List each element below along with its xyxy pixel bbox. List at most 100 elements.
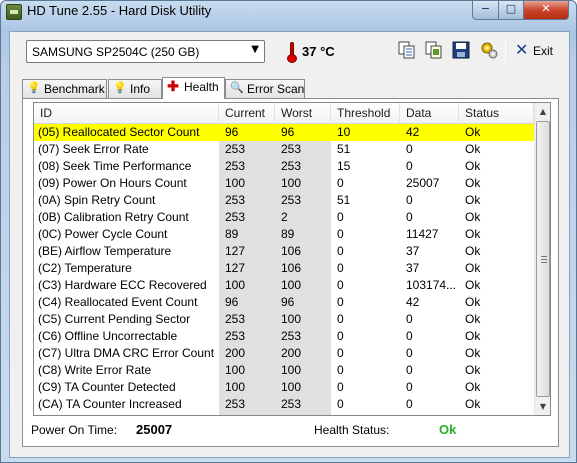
table-row[interactable]: (08) Seek Time Performance 253 253 15 0 Ok xyxy=(34,158,534,175)
exit-button[interactable]: ✕ Exit xyxy=(515,41,560,61)
table-row[interactable]: (C6) Offline Uncorrectable 253 253 0 0 Ok xyxy=(34,328,534,345)
cell-current: 127 xyxy=(225,244,246,258)
scroll-down-icon[interactable]: ▼ xyxy=(535,398,550,415)
table-row[interactable]: (09) Power On Hours Count 100 100 0 25007 Ok xyxy=(34,175,534,192)
drive-select[interactable]: SAMSUNG SP2504C (250 GB) ▼ xyxy=(26,40,265,63)
cell-id: (C5) Current Pending Sector xyxy=(38,312,191,326)
cell-threshold: 51 xyxy=(337,142,351,156)
table-row[interactable]: (CA) TA Counter Increased 253 253 0 0 Ok xyxy=(34,396,534,413)
smart-attributes-list[interactable]: ID Current Worst Threshold Data Status (… xyxy=(33,102,551,416)
table-row[interactable]: (C8) Write Error Rate 100 100 0 0 Ok xyxy=(34,362,534,379)
cell-status: Ok xyxy=(465,227,481,241)
cell-threshold: 0 xyxy=(337,329,344,343)
column-header-threshold[interactable]: Threshold xyxy=(331,103,400,124)
scroll-thumb[interactable] xyxy=(536,121,550,397)
cell-current: 253 xyxy=(225,142,246,156)
cell-current: 100 xyxy=(225,363,246,377)
column-header-data[interactable]: Data xyxy=(400,103,459,124)
cell-status: Ok xyxy=(465,295,481,309)
column-header-current[interactable]: Current xyxy=(219,103,275,124)
app-window: HD Tune 2.55 - Hard Disk Utility − □ ✕ S… xyxy=(0,0,577,463)
vertical-scrollbar[interactable]: ▲ ▼ xyxy=(534,103,550,415)
cell-current: 253 xyxy=(225,193,246,207)
main-client-area: SAMSUNG SP2504C (250 GB) ▼ 37 °C ✕ Exit … xyxy=(9,31,570,458)
cell-data: 11427 xyxy=(406,227,439,241)
table-row[interactable]: (C2) Temperature 127 106 0 37 Ok xyxy=(34,260,534,277)
scroll-up-icon[interactable]: ▲ xyxy=(535,103,550,120)
cell-threshold: 0 xyxy=(337,278,344,292)
cell-threshold: 0 xyxy=(337,295,344,309)
tab-info-label: Info xyxy=(130,82,151,96)
table-row[interactable]: (0B) Calibration Retry Count 253 2 0 0 Ok xyxy=(34,209,534,226)
cell-status: Ok xyxy=(465,346,481,360)
cell-id: (C2) Temperature xyxy=(38,261,132,275)
cell-status: Ok xyxy=(465,278,481,292)
table-row[interactable]: (C4) Reallocated Event Count 96 96 0 42 Ok xyxy=(34,294,534,311)
cell-id: (09) Power On Hours Count xyxy=(38,176,187,190)
cell-data: 0 xyxy=(406,397,413,411)
cell-status: Ok xyxy=(465,159,481,173)
column-header-status[interactable]: Status xyxy=(459,103,534,124)
cell-data: 25007 xyxy=(406,176,440,190)
cell-current: 100 xyxy=(225,176,246,190)
save-icon[interactable] xyxy=(451,40,471,60)
column-header-id[interactable]: ID xyxy=(34,103,219,124)
status-footer: Power On Time: 25007 Health Status: Ok xyxy=(23,417,560,447)
cell-current: 253 xyxy=(225,397,246,411)
table-row[interactable]: (07) Seek Error Rate 253 253 51 0 Ok xyxy=(34,141,534,158)
cell-id: (C4) Reallocated Event Count xyxy=(38,295,198,309)
cell-threshold: 0 xyxy=(337,312,344,326)
cell-data: 0 xyxy=(406,380,413,394)
table-row[interactable]: (C9) TA Counter Detected 100 100 0 0 Ok xyxy=(34,379,534,396)
cell-worst: 253 xyxy=(281,159,302,173)
copy-text-icon[interactable] xyxy=(397,40,417,60)
cell-current: 253 xyxy=(225,329,246,343)
cell-threshold: 0 xyxy=(337,380,344,394)
cell-worst: 100 xyxy=(281,380,302,394)
cell-id: (07) Seek Error Rate xyxy=(38,142,149,156)
list-header: ID Current Worst Threshold Data Status xyxy=(34,103,534,124)
thermometer-icon xyxy=(285,41,299,63)
close-button[interactable]: ✕ xyxy=(523,1,569,20)
cell-id: (0B) Calibration Retry Count xyxy=(38,210,189,224)
maximize-button[interactable]: □ xyxy=(498,1,524,20)
temperature-readout: 37 °C xyxy=(302,44,335,59)
cell-status: Ok xyxy=(465,142,481,156)
cell-worst: 100 xyxy=(281,312,302,326)
cell-current: 253 xyxy=(225,312,246,326)
tab-health[interactable]: ✚ Health xyxy=(162,77,225,99)
cell-current: 100 xyxy=(225,278,246,292)
exit-label: Exit xyxy=(533,44,554,58)
table-row[interactable]: (C5) Current Pending Sector 253 100 0 0 Ok xyxy=(34,311,534,328)
scroll-grip-icon xyxy=(541,256,547,263)
cell-threshold: 0 xyxy=(337,346,344,360)
table-row[interactable]: (C7) Ultra DMA CRC Error Count 200 200 0 0 Ok xyxy=(34,345,534,362)
table-row[interactable]: (0C) Power Cycle Count 89 89 0 11427 Ok xyxy=(34,226,534,243)
tab-info[interactable]: 💡 Info xyxy=(108,79,162,98)
table-row[interactable]: (0A) Spin Retry Count 253 253 51 0 Ok xyxy=(34,192,534,209)
options-icon[interactable] xyxy=(479,40,499,60)
tab-benchmark-label: Benchmark xyxy=(44,82,105,96)
table-row[interactable]: (BE) Airflow Temperature 127 106 0 37 Ok xyxy=(34,243,534,260)
cell-threshold: 0 xyxy=(337,210,344,224)
power-on-time-value: 25007 xyxy=(136,422,173,437)
minimize-button[interactable]: − xyxy=(472,1,499,20)
tab-error-scan[interactable]: 🔍 Error Scan xyxy=(225,79,305,98)
cell-data: 0 xyxy=(406,346,413,360)
cell-data: 0 xyxy=(406,142,413,156)
thermometer-bulb xyxy=(287,54,297,63)
window-title: HD Tune 2.55 - Hard Disk Utility xyxy=(27,3,212,18)
cell-worst: 100 xyxy=(281,363,302,377)
title-bar[interactable]: HD Tune 2.55 - Hard Disk Utility − □ ✕ xyxy=(1,1,576,23)
copy-screenshot-icon[interactable] xyxy=(424,40,444,60)
column-header-worst[interactable]: Worst xyxy=(275,103,331,124)
table-row[interactable]: (C3) Hardware ECC Recovered 100 100 0 103174… xyxy=(34,277,534,294)
cell-data: 103174... xyxy=(406,278,457,292)
cell-worst: 200 xyxy=(281,346,302,360)
cell-data: 42 xyxy=(406,295,420,309)
table-row-selected[interactable]: (05) Reallocated Sector Count 96 96 10 42 Ok xyxy=(34,124,534,141)
lightbulb-icon: 💡 xyxy=(27,82,41,94)
tab-benchmark[interactable]: 💡 Benchmark xyxy=(22,79,107,98)
cell-data: 42 xyxy=(406,125,420,139)
cell-threshold: 0 xyxy=(337,176,344,190)
